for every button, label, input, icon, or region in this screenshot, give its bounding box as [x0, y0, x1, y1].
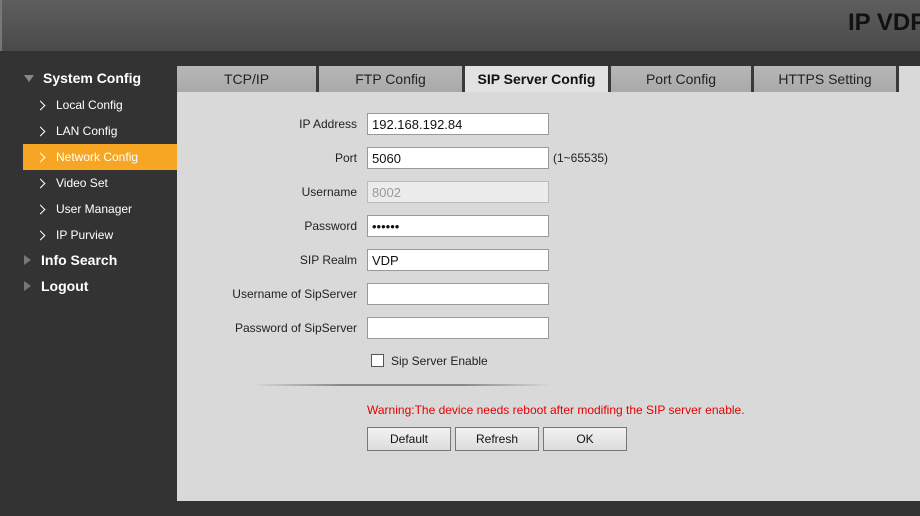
ok-button[interactable]: OK: [543, 427, 627, 451]
tab-tcp-ip[interactable]: TCP/IP: [177, 66, 319, 92]
chevron-right-icon: [35, 100, 46, 110]
username-label: Username: [301, 185, 357, 199]
nav-group-system-config[interactable]: System Config: [24, 70, 141, 86]
nav-group-label: System Config: [43, 70, 142, 86]
sip-realm-row: SIP Realm: [177, 249, 920, 271]
username-input: [367, 181, 549, 203]
tab-https-setting[interactable]: HTTPS Setting: [754, 66, 899, 92]
reboot-warning-text: Warning:The device needs reboot after mo…: [367, 403, 745, 417]
sidebar-item-ip-purview[interactable]: IP Purview: [23, 222, 177, 248]
sidebar-item-video-set[interactable]: Video Set: [23, 170, 177, 196]
expand-triangle-icon: [24, 74, 34, 82]
divider: [252, 384, 552, 386]
chevron-right-icon: [35, 178, 46, 188]
chevron-right-icon: [35, 204, 46, 214]
password-label: Password: [304, 219, 357, 233]
sip-password-row: Password of SipServer: [177, 317, 920, 339]
sidebar-item-label: Video Set: [56, 176, 108, 190]
tab-port-config[interactable]: Port Config: [611, 66, 754, 92]
username-row: Username: [177, 181, 920, 203]
password-row: Password: [177, 215, 920, 237]
sip-server-enable-label: Sip Server Enable: [391, 354, 488, 368]
sidebar-item-label: User Manager: [56, 202, 133, 216]
sip-password-label: Password of SipServer: [234, 321, 357, 335]
chevron-right-icon: [35, 152, 46, 162]
tab-sip-server-config[interactable]: SIP Server Config: [465, 66, 611, 92]
top-header-bar: IP VDP: [0, 0, 920, 51]
password-input[interactable]: [367, 215, 549, 237]
ip-address-input[interactable]: [367, 113, 549, 135]
sidebar: System Config Local Config LAN Config Ne…: [2, 51, 177, 516]
port-row: Port (1~65535): [177, 147, 920, 169]
sip-password-input[interactable]: [367, 317, 549, 339]
sidebar-item-local-config[interactable]: Local Config: [23, 92, 177, 118]
sidebar-item-label: Network Config: [56, 150, 139, 164]
sip-username-label: Username of SipServer: [232, 287, 357, 301]
ip-address-row: IP Address: [177, 113, 920, 135]
chevron-right-icon: [35, 230, 46, 240]
ip-address-label: IP Address: [299, 117, 357, 131]
port-input[interactable]: [367, 147, 549, 169]
sip-realm-label: SIP Realm: [299, 253, 357, 267]
chevron-right-icon: [35, 126, 46, 136]
bottom-bar: [177, 501, 920, 516]
product-title: IP VDP: [848, 9, 920, 36]
default-button[interactable]: Default: [367, 427, 451, 451]
collapsed-triangle-icon: [24, 281, 31, 291]
nav-group-label: Info Search: [41, 252, 118, 268]
sip-realm-input[interactable]: [367, 249, 549, 271]
port-label: Port: [334, 151, 357, 165]
sidebar-item-lan-config[interactable]: LAN Config: [23, 118, 177, 144]
nav-group-info-search[interactable]: Info Search: [24, 252, 117, 268]
refresh-button[interactable]: Refresh: [455, 427, 539, 451]
sidebar-item-user-manager[interactable]: User Manager: [23, 196, 177, 222]
sidebar-item-label: IP Purview: [56, 228, 114, 242]
sip-username-row: Username of SipServer: [177, 283, 920, 305]
nav-group-logout[interactable]: Logout: [24, 278, 88, 294]
content-panel: TCP/IP FTP Config SIP Server Config Port…: [177, 66, 920, 501]
sidebar-item-label: Local Config: [56, 98, 123, 112]
sidebar-item-network-config[interactable]: Network Config: [23, 144, 177, 170]
nav-group-label: Logout: [41, 278, 89, 294]
sip-server-enable-checkbox[interactable]: [371, 354, 384, 367]
tab-bar: TCP/IP FTP Config SIP Server Config Port…: [177, 66, 920, 92]
tab-ftp-config[interactable]: FTP Config: [319, 66, 465, 92]
port-range-hint: (1~65535): [553, 151, 609, 165]
sip-username-input[interactable]: [367, 283, 549, 305]
sidebar-item-label: LAN Config: [56, 124, 118, 138]
collapsed-triangle-icon: [24, 255, 31, 265]
